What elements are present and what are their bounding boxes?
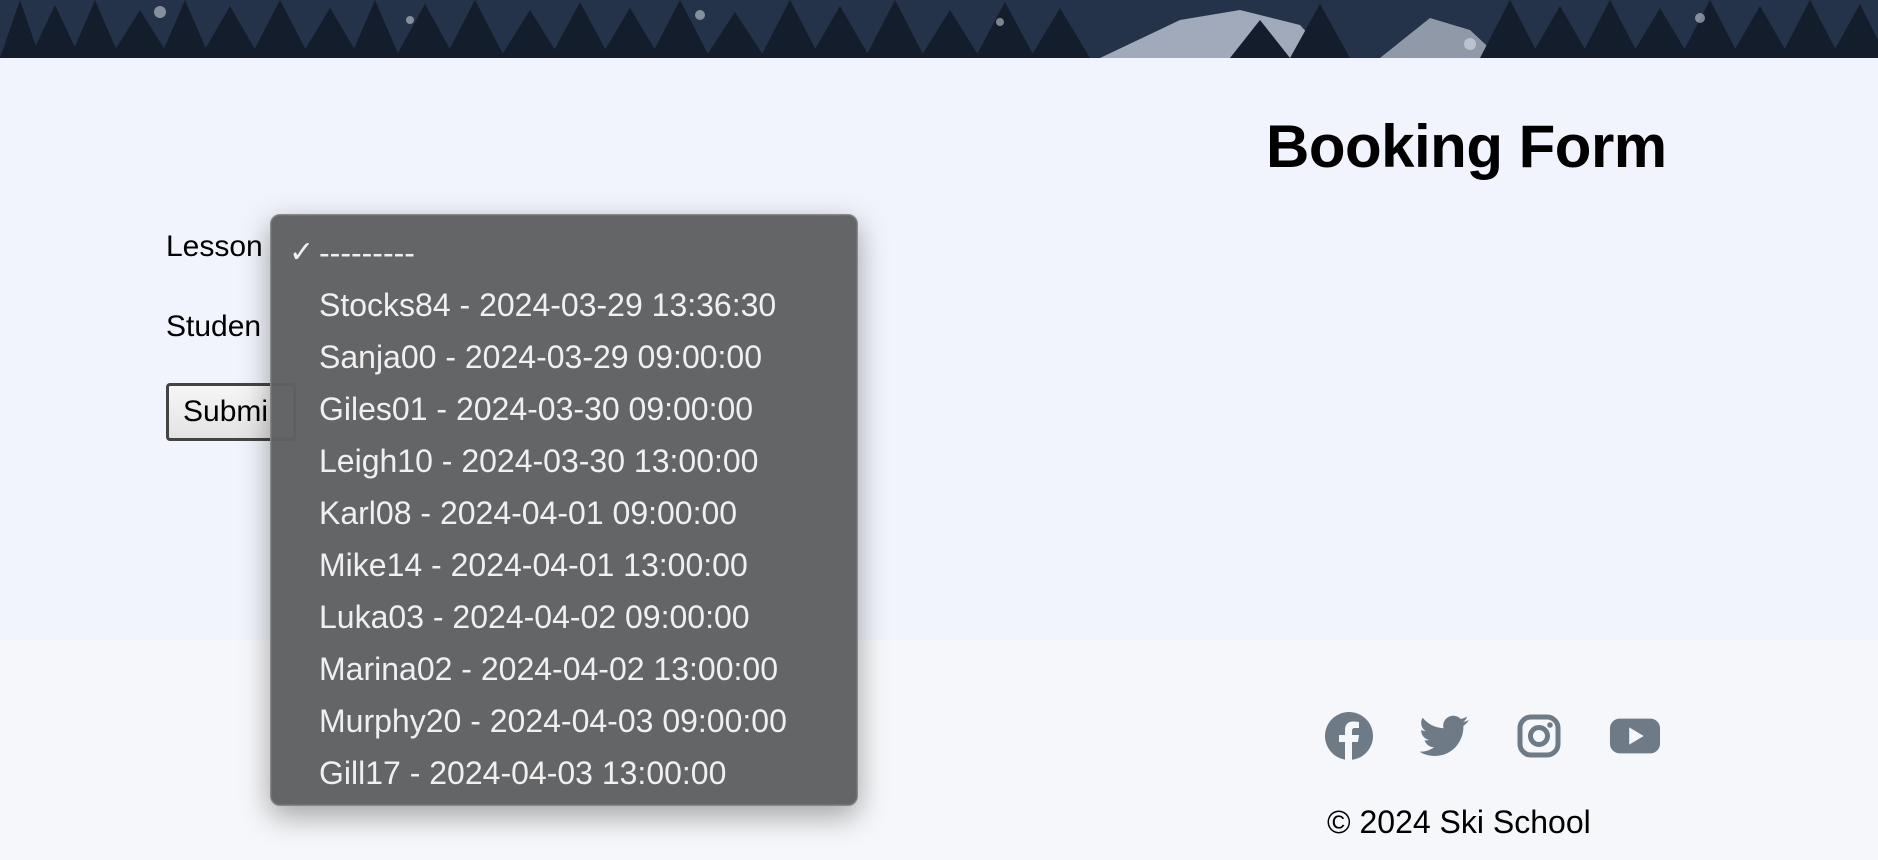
lesson-option-label: Leigh10 - 2024-03-30 13:00:00 — [319, 443, 759, 479]
page-title: Booking Form — [1266, 113, 1667, 180]
lesson-option-label: Stocks84 - 2024-03-29 13:36:30 — [319, 287, 777, 323]
lesson-option[interactable]: Sanja00 - 2024-03-29 09:00:00 — [271, 331, 857, 383]
hero-banner-image — [0, 0, 1878, 58]
lesson-option-label: Giles01 - 2024-03-30 09:00:00 — [319, 391, 754, 427]
lesson-option-label: Sanja00 - 2024-03-29 09:00:00 — [319, 339, 763, 375]
lesson-option[interactable]: Marina02 - 2024-04-02 13:00:00 — [271, 643, 857, 695]
lesson-option[interactable]: Mike14 - 2024-04-01 13:00:00 — [271, 539, 857, 591]
lesson-option-label: Luka03 - 2024-04-02 09:00:00 — [319, 599, 750, 635]
lesson-option[interactable]: Gill17 - 2024-04-03 13:00:00 — [271, 747, 857, 799]
lesson-option[interactable]: Giles01 - 2024-03-30 09:00:00 — [271, 383, 857, 435]
checkmark-icon: ✓ — [289, 236, 315, 269]
lesson-option-label: Karl08 - 2024-04-01 09:00:00 — [319, 495, 738, 531]
lesson-option[interactable]: Stocks84 - 2024-03-29 13:36:30 — [271, 279, 857, 331]
lesson-select-dropdown[interactable]: ✓ --------- Stocks84 - 2024-03-29 13:36:… — [270, 214, 858, 806]
lesson-option[interactable]: Murphy20 - 2024-04-03 09:00:00 — [271, 695, 857, 747]
lesson-option[interactable]: Karl08 - 2024-04-01 09:00:00 — [271, 487, 857, 539]
instagram-icon[interactable] — [1513, 710, 1565, 762]
lesson-option-label: Murphy20 - 2024-04-03 09:00:00 — [319, 703, 787, 739]
lesson-option[interactable]: Leigh10 - 2024-03-30 13:00:00 — [271, 435, 857, 487]
lesson-option[interactable]: ✓ --------- — [271, 227, 857, 279]
lesson-option-label: --------- — [319, 235, 415, 271]
lesson-option[interactable]: Luka03 - 2024-04-02 09:00:00 — [271, 591, 857, 643]
youtube-icon[interactable] — [1609, 710, 1661, 762]
lesson-option-label: Gill17 - 2024-04-03 13:00:00 — [319, 755, 727, 791]
lesson-option-label: Marina02 - 2024-04-02 13:00:00 — [319, 651, 778, 687]
student-label: Studen — [166, 310, 262, 343]
copyright-text: © 2024 Ski School — [1327, 804, 1591, 840]
twitter-icon[interactable] — [1419, 710, 1471, 762]
lesson-label: Lesson — [166, 230, 263, 263]
facebook-icon[interactable] — [1323, 710, 1375, 762]
lesson-option-label: Mike14 - 2024-04-01 13:00:00 — [319, 547, 748, 583]
